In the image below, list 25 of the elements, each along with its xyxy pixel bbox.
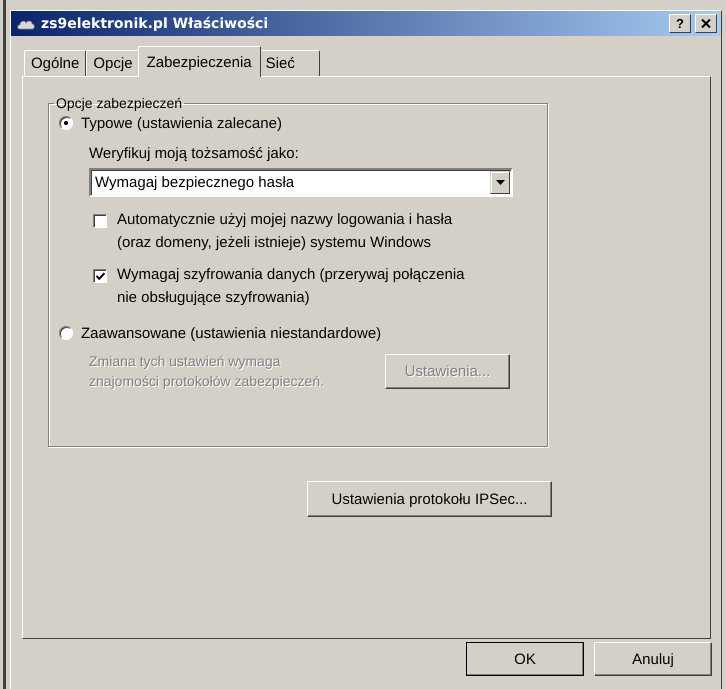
dropdown-arrow-button[interactable] xyxy=(490,171,510,194)
radio-label[interactable]: Zaawansowane (ustawienia niestandardowe) xyxy=(81,324,382,342)
note-text: Zmiana tych ustawień wymaga znajomości protokołów zabezpieczeń. xyxy=(89,352,326,391)
close-icon xyxy=(701,19,711,28)
tab[interactable]: Ogólne xyxy=(24,50,86,76)
ipsec-settings-button[interactable]: Ustawienia protokołu IPSec... xyxy=(307,481,552,517)
radio-label[interactable]: Typowe (ustawienia zalecane) xyxy=(81,114,282,132)
checkbox[interactable] xyxy=(93,214,107,228)
tab[interactable]: Sieć xyxy=(258,50,320,76)
window-title: zs9elektronik.pl Właściwości xyxy=(41,16,270,32)
tab[interactable]: Opcje xyxy=(86,50,140,76)
close-button[interactable] xyxy=(695,14,717,33)
tab[interactable]: Zabezpieczenia xyxy=(138,46,261,77)
radio-button[interactable] xyxy=(59,326,73,340)
radio-button[interactable] xyxy=(59,116,73,130)
dropdown[interactable]: Wymagaj bezpiecznego hasła xyxy=(89,168,513,197)
group-title: Opcje zabezpieczeń xyxy=(55,95,184,111)
caret-icon xyxy=(496,180,504,185)
checkbox[interactable] xyxy=(93,269,107,283)
help-button[interactable]: ? xyxy=(669,14,691,33)
field-label: Weryfikuj moją tożsamość jako: xyxy=(89,145,300,162)
dialog-button[interactable]: Anuluj xyxy=(594,642,712,676)
dialog-button[interactable]: OK xyxy=(466,642,584,676)
checkbox-label[interactable]: Wymagaj szyfrowania danych (przerywaj połączenia nie obsługujące szyfrowania) xyxy=(117,263,465,309)
checkbox-label[interactable]: Automatycznie użyj mojej nazwy logowania i hasła (oraz domeny, jeżeli istnieje) systemu Windows xyxy=(117,208,452,254)
